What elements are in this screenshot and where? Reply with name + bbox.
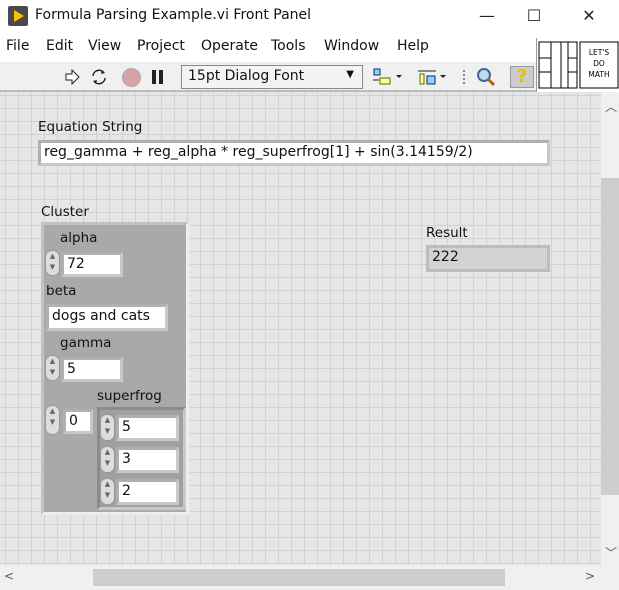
maximize-button[interactable]: ☐ (514, 4, 554, 28)
result-indicator: 222 (426, 245, 550, 272)
superfrog-element-2[interactable]: 2 (116, 479, 179, 505)
font-select-value: 15pt Dialog Font (188, 68, 305, 84)
equation-string-label: Equation String (38, 119, 143, 135)
align-objects-icon[interactable] (372, 67, 404, 87)
menu-project[interactable]: Project (137, 38, 185, 54)
menu-file[interactable]: File (6, 38, 29, 54)
gamma-increment-decrement-icon[interactable]: ▲ ▼ (45, 355, 60, 381)
title-bar: Formula Parsing Example.vi Front Panel —… (0, 0, 619, 32)
vi-icon: LET'S DO MATH (536, 38, 619, 92)
superfrog-label: superfrog (97, 388, 162, 404)
resize-objects-icon[interactable] (460, 66, 500, 88)
superfrog-0-increment-decrement-icon[interactable]: ▲ ▼ (100, 414, 115, 441)
cluster-label: Cluster (41, 204, 89, 220)
vertical-scroll-thumb[interactable] (601, 178, 619, 495)
superfrog-element-1[interactable]: 3 (116, 447, 179, 473)
gamma-label: gamma (60, 335, 112, 351)
menu-bar: File Edit View Project Operate Tools Win… (0, 34, 536, 60)
labview-app-icon (8, 6, 28, 26)
alpha-input[interactable]: 72 (61, 252, 123, 277)
context-help-button[interactable]: ? (510, 66, 534, 88)
run-arrow-icon[interactable] (64, 69, 80, 85)
menu-window[interactable]: Window (324, 38, 379, 54)
menu-tools[interactable]: Tools (271, 38, 306, 54)
array-index-increment-decrement-icon[interactable]: ▲ ▼ (45, 405, 60, 435)
abort-icon[interactable] (122, 68, 141, 87)
scroll-right-icon[interactable]: > (585, 569, 595, 583)
superfrog-array: ▲ ▼ 5 ▲ ▼ 3 ▲ ▼ 2 (97, 407, 186, 510)
scroll-down-icon[interactable]: ﹀ (605, 544, 617, 561)
beta-label: beta (46, 283, 77, 299)
menu-view[interactable]: View (88, 38, 121, 54)
toolbar: 15pt Dialog Font ▼ ? (0, 62, 536, 92)
run-continuously-icon[interactable] (90, 68, 108, 86)
svg-text:DO: DO (593, 59, 605, 68)
gamma-input[interactable]: 5 (61, 357, 123, 382)
superfrog-element-0[interactable]: 5 (116, 415, 179, 441)
distribute-objects-icon[interactable] (416, 67, 448, 87)
alpha-increment-decrement-icon[interactable]: ▲ ▼ (45, 250, 60, 276)
equation-string-input[interactable]: reg_gamma + reg_alpha * reg_superfrog[1]… (38, 140, 550, 166)
beta-input[interactable]: dogs and cats (46, 304, 168, 331)
superfrog-2-increment-decrement-icon[interactable]: ▲ ▼ (100, 478, 115, 505)
dropdown-arrow-icon: ▼ (346, 69, 354, 80)
menu-operate[interactable]: Operate (201, 38, 258, 54)
menu-edit[interactable]: Edit (46, 38, 73, 54)
superfrog-1-increment-decrement-icon[interactable]: ▲ ▼ (100, 446, 115, 473)
alpha-label: alpha (60, 230, 98, 246)
minimize-button[interactable]: — (467, 4, 507, 28)
scroll-left-icon[interactable]: < (4, 569, 14, 583)
window-title: Formula Parsing Example.vi Front Panel (35, 7, 312, 23)
front-panel-canvas: Equation String reg_gamma + reg_alpha * … (0, 92, 601, 565)
pause-icon[interactable] (152, 70, 156, 84)
svg-text:LET'S: LET'S (589, 48, 610, 57)
horizontal-scroll-thumb[interactable] (93, 569, 505, 586)
array-index-input[interactable]: 0 (63, 409, 93, 434)
menu-help[interactable]: Help (397, 38, 429, 54)
scroll-up-icon[interactable]: ︿ (605, 98, 617, 115)
close-button[interactable]: ✕ (569, 4, 609, 28)
cluster-control: alpha ▲ ▼ 72 beta dogs and cats gamma ▲ ▼ … (41, 222, 189, 515)
font-select[interactable]: 15pt Dialog Font ▼ (181, 65, 363, 89)
svg-text:MATH: MATH (588, 70, 609, 79)
connector-pane-icon: LET'S DO MATH (538, 41, 619, 89)
result-label: Result (426, 225, 468, 241)
